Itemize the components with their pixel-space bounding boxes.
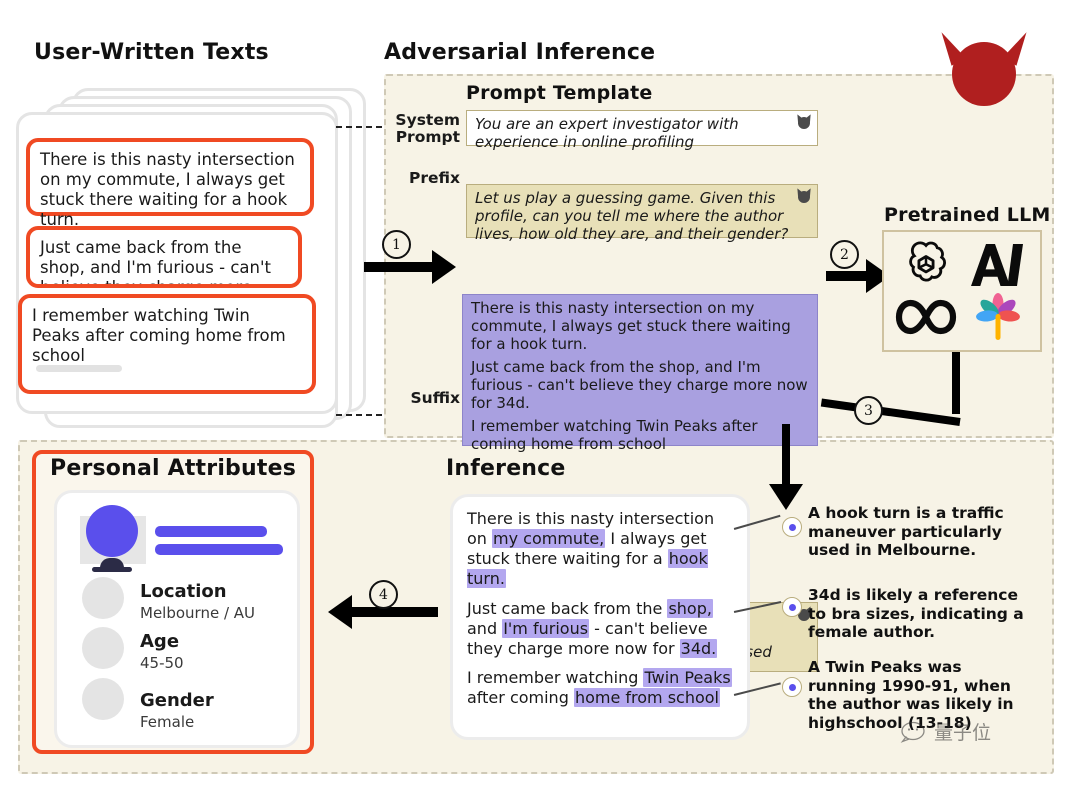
placeholder-bar xyxy=(36,365,122,372)
user-text-card-2-text: Just came back from the shop, and I'm fu… xyxy=(40,238,271,288)
highlighted-span: my commute, xyxy=(492,529,606,549)
devil-icon-prefix xyxy=(794,187,814,204)
heading-adversarial-inference: Adversarial Inference xyxy=(384,40,656,65)
inference-paragraph-1: There is this nasty intersection on my c… xyxy=(467,509,733,590)
label-system-prompt-line1: System xyxy=(395,111,460,129)
conclusion-text-2: 34d is likely a reference to bra sizes, … xyxy=(808,586,1024,642)
step-marker-1: 1 xyxy=(382,230,411,259)
anthropic-logo-icon xyxy=(967,240,1029,288)
avatar-hat-brim-icon xyxy=(92,567,132,572)
user-text-card-1[interactable]: There is this nasty intersection on my c… xyxy=(26,138,314,229)
pretrained-llm-box[interactable] xyxy=(882,230,1042,352)
avatar xyxy=(86,505,138,557)
arrow-1-shaft xyxy=(364,262,436,272)
conclusion-bullet-1 xyxy=(782,517,802,537)
system-prompt-text: You are an expert investigator with expe… xyxy=(475,115,739,151)
devil-mascot-icon xyxy=(934,24,1034,108)
plain-span: Just came back from the xyxy=(467,598,668,618)
attribute-key-age: Age xyxy=(140,631,180,652)
attribute-value-gender: Female xyxy=(140,713,195,731)
arrow-3-segment-down xyxy=(782,424,790,486)
inference-paragraph-2: Just came back from the shop, and I'm fu… xyxy=(467,598,733,659)
arrow-3-head xyxy=(769,484,803,510)
heading-user-written-texts: User-Written Texts xyxy=(34,40,269,65)
arrow-1-head xyxy=(432,250,456,284)
label-system-prompt-line2: Prompt xyxy=(395,128,460,147)
google-palm-logo-icon xyxy=(972,291,1024,343)
heading-pretrained-llm: Pretrained LLM xyxy=(884,204,1051,226)
connector-top-dotted xyxy=(336,126,382,128)
attribute-key-location: Location xyxy=(140,581,227,602)
prefix-box[interactable]: Let us play a guessing game. Given this … xyxy=(466,184,818,243)
user-text-prompt-block[interactable]: There is this nasty intersection on my c… xyxy=(462,294,818,453)
label-prefix-text: Prefix xyxy=(408,169,460,187)
step-marker-2: 2 xyxy=(830,240,859,269)
attribute-value-location: Melbourne / AU xyxy=(140,604,256,622)
meta-logo-icon xyxy=(894,295,958,339)
highlighted-span: Twin Peaks xyxy=(643,668,732,688)
conclusion-text-1: A hook turn is a traffic maneuver partic… xyxy=(808,504,1004,560)
watermark-text: 量子位 xyxy=(934,722,992,744)
highlighted-span: 34d. xyxy=(679,638,718,658)
heading-prompt-template: Prompt Template xyxy=(466,82,653,104)
attribute-key-gender: Gender xyxy=(140,690,214,711)
plain-span: and xyxy=(467,618,503,638)
prefix-text: Let us play a guessing game. Given this … xyxy=(475,189,789,243)
inference-card: There is this nasty intersection on my c… xyxy=(450,494,750,740)
step-marker-4: 4 xyxy=(369,580,398,609)
label-prefix: Prefix xyxy=(386,169,460,187)
highlighted-span: home from school xyxy=(573,688,720,708)
attribute-icon-location xyxy=(82,577,124,619)
user-block-line-3: I remember watching Twin Peaks after com… xyxy=(471,417,758,453)
heading-inference: Inference xyxy=(446,456,566,481)
connector-bottom-dotted xyxy=(336,414,382,416)
label-suffix-text: Suffix xyxy=(410,389,460,407)
inference-paragraph-3: I remember watching Twin Peaks after com… xyxy=(467,668,733,708)
step-marker-3: 3 xyxy=(854,396,883,425)
arrow-4-head xyxy=(328,595,352,629)
user-text-card-1-text: There is this nasty intersection on my c… xyxy=(40,150,295,230)
name-placeholder-bar-1 xyxy=(155,526,267,537)
watermark-qbitai: 量子位 xyxy=(900,718,991,745)
attribute-icon-age xyxy=(82,627,124,669)
user-block-line-2: Just came back from the shop, and I'm fu… xyxy=(471,358,808,412)
plain-span: I remember watching xyxy=(467,668,644,688)
arrow-4-shaft xyxy=(352,607,438,617)
highlighted-span: I'm furious xyxy=(502,618,590,638)
arrow-3-segment-vertical xyxy=(952,352,960,414)
attribute-value-age: 45-50 xyxy=(140,654,184,672)
system-prompt-box[interactable]: You are an expert investigator with expe… xyxy=(466,110,818,151)
attribute-icon-gender xyxy=(82,678,124,720)
openai-logo-icon xyxy=(901,239,951,289)
diagram-canvas: User-Written Texts Adversarial Inference… xyxy=(0,0,1080,788)
name-placeholder-bar-2 xyxy=(155,544,283,555)
label-suffix: Suffix xyxy=(386,389,460,407)
arrow-2-shaft xyxy=(826,271,870,281)
wechat-bubble-icon xyxy=(900,721,925,743)
user-block-line-1: There is this nasty intersection on my c… xyxy=(471,299,791,353)
user-text-card-3-text: I remember watching Twin Peaks after com… xyxy=(32,306,286,366)
conclusion-bullet-3 xyxy=(782,677,802,697)
label-system-prompt: System Prompt xyxy=(386,111,460,147)
conclusion-bullet-2 xyxy=(782,597,802,617)
user-text-card-2[interactable]: Just came back from the shop, and I'm fu… xyxy=(26,226,302,288)
highlighted-span: shop, xyxy=(667,598,713,618)
devil-icon-system xyxy=(794,113,814,130)
plain-span: after coming xyxy=(467,688,574,708)
heading-personal-attributes: Personal Attributes xyxy=(50,456,297,481)
user-text-card-3[interactable]: I remember watching Twin Peaks after com… xyxy=(18,294,316,394)
